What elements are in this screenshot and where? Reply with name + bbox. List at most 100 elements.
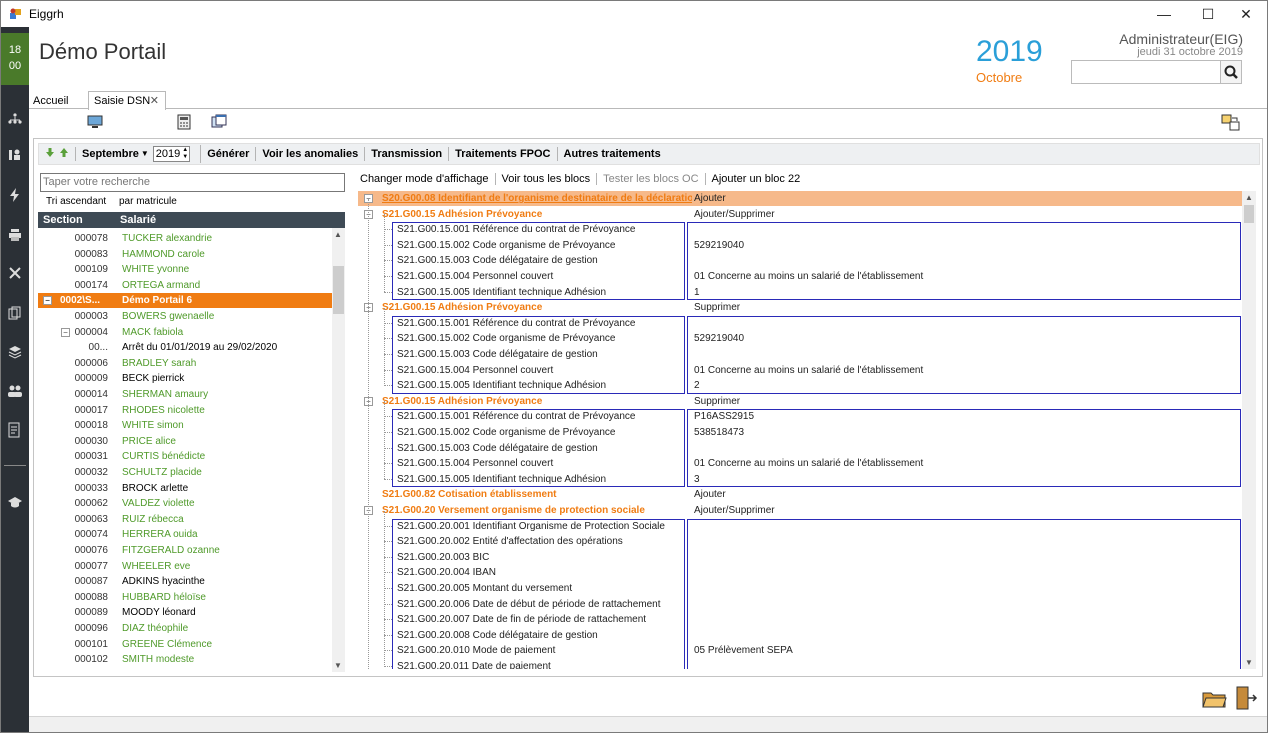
dsn-block-header[interactable]: − S21.G00.20 Versement organisme de prote… [358, 503, 1242, 518]
table-row[interactable]: 000096 DIAZ théophile [38, 621, 332, 636]
table-row[interactable]: 000102 SMITH modeste [38, 652, 332, 667]
layers-icon[interactable] [5, 342, 25, 362]
maximize-button[interactable]: ☐ [1191, 1, 1225, 27]
close-button[interactable]: ✕ [1229, 1, 1263, 27]
tree-connector [384, 354, 392, 355]
close-tab-icon[interactable]: ✕ [150, 94, 159, 107]
switch-windows-icon[interactable] [1221, 114, 1240, 131]
employee-icon[interactable] [5, 145, 25, 165]
table-row[interactable]: 000109 WHITE yvonne [38, 262, 332, 277]
table-row[interactable]: 000009 BECK pierrick [38, 371, 332, 386]
dsn-block-header[interactable]: − S20.G00.08 Identifiant de l'organisme d… [358, 191, 1242, 206]
table-row[interactable]: 000078 TUCKER alexandrie [38, 231, 332, 246]
table-row[interactable]: 000077 WHEELER eve [38, 559, 332, 574]
documents-icon[interactable] [5, 303, 25, 323]
change-display-mode-link[interactable]: Changer mode d'affichage [360, 173, 496, 185]
tree-section-row[interactable]: −0002\S... Démo Portail 6 [38, 293, 332, 309]
month-dropdown[interactable]: Septembre [82, 145, 139, 163]
year-stepper[interactable]: 2019 ▲ ▼ [152, 146, 191, 162]
scroll-up-icon[interactable]: ▲ [332, 230, 344, 239]
tools-icon[interactable] [5, 263, 25, 283]
scroll-down-icon[interactable]: ▼ [1243, 658, 1255, 667]
table-row[interactable]: 000088 HUBBARD héloïse [38, 590, 332, 605]
blocks-scrollbar[interactable]: ▲ ▼ [1242, 191, 1256, 669]
table-row[interactable]: 000030 PRICE alice [38, 434, 332, 449]
next-arrow-icon[interactable] [59, 147, 69, 161]
table-row[interactable]: 000089 MOODY léonard [38, 605, 332, 620]
tree-connector [384, 291, 392, 293]
block-action-link[interactable]: Ajouter [694, 191, 726, 206]
generate-button[interactable]: Générer [201, 147, 257, 161]
collapse-icon[interactable]: − [43, 296, 52, 306]
table-row[interactable]: 000017 RHODES nicolette [38, 403, 332, 418]
chevron-down-icon[interactable]: ▼ [141, 145, 149, 163]
table-row[interactable]: 000033 BROCK arlette [38, 481, 332, 496]
row-code: 000096 [74, 623, 108, 634]
tab-saisie-dsn[interactable]: Saisie DSN ✕ [88, 91, 166, 110]
block-action-link[interactable]: Supprimer [694, 300, 740, 315]
minimize-button[interactable]: — [1147, 1, 1181, 27]
dsn-block-header[interactable]: S21.G00.82 Cotisation établissement Ajout… [358, 487, 1242, 502]
exit-door-icon[interactable] [1234, 685, 1258, 714]
dsn-block-header[interactable]: − S21.G00.15 Adhésion Prévoyance Ajouter/S… [358, 207, 1242, 222]
users-icon[interactable] [5, 381, 25, 401]
fpoc-treatments-button[interactable]: Traitements FPOC [449, 147, 558, 161]
print-icon[interactable] [5, 225, 25, 245]
test-oc-blocks-link[interactable]: Tester les blocs OC [597, 173, 706, 185]
table-row[interactable]: 000101 GREENE Clémence [38, 637, 332, 652]
table-row[interactable]: 000003 BOWERS gwenaelle [38, 309, 332, 324]
add-block-22-link[interactable]: Ajouter un bloc 22 [706, 173, 807, 185]
table-row[interactable]: −000004 MACK fabiola [38, 325, 332, 340]
table-row[interactable]: 000062 VALDEZ violette [38, 496, 332, 511]
lightning-icon[interactable] [5, 185, 25, 205]
edit-document-icon[interactable] [5, 420, 25, 440]
table-row[interactable]: 000083 HAMMOND carole [38, 247, 332, 262]
block-action-link[interactable]: Supprimer [694, 394, 740, 409]
folder-open-icon[interactable] [1201, 685, 1229, 714]
dsn-block-header[interactable]: − S21.G00.15 Adhésion Prévoyance Supprimer [358, 300, 1242, 315]
employee-scrollbar[interactable]: ▲ ▼ [332, 228, 345, 672]
other-treatments-button[interactable]: Autres traitements [558, 147, 667, 161]
table-row[interactable]: 000074 HERRERA ouida [38, 527, 332, 542]
scrollbar-thumb[interactable] [1244, 205, 1254, 223]
view-anomalies-button[interactable]: Voir les anomalies [256, 147, 366, 161]
global-search-input[interactable] [1071, 60, 1221, 84]
scroll-down-icon[interactable]: ▼ [332, 661, 344, 670]
block-action-link[interactable]: Ajouter [694, 487, 726, 502]
tab-home[interactable]: Accueil [33, 95, 68, 107]
table-row[interactable]: 000076 FITZGERALD ozanne [38, 543, 332, 558]
graduation-cap-icon[interactable] [5, 492, 25, 512]
show-all-blocks-link[interactable]: Voir tous les blocs [496, 173, 598, 185]
spinner-arrows-icon[interactable]: ▲ ▼ [182, 147, 188, 161]
table-row[interactable]: 000006 BRADLEY sarah [38, 356, 332, 371]
sort-ascending-option[interactable]: Tri ascendant [46, 196, 106, 207]
column-employee[interactable]: Salarié [120, 214, 156, 226]
table-row[interactable]: 000032 SCHULTZ placide [38, 465, 332, 480]
table-row[interactable]: 000014 SHERMAN amaury [38, 387, 332, 402]
block-action-link[interactable]: Ajouter/Supprimer [694, 503, 775, 518]
tree-connector [384, 541, 392, 543]
windows-icon[interactable] [210, 114, 228, 130]
transmission-button[interactable]: Transmission [365, 147, 450, 161]
table-row[interactable]: 000031 CURTIS bénédicte [38, 449, 332, 464]
table-row[interactable]: 000063 RUIZ rébecca [38, 512, 332, 527]
tree-connector [384, 510, 385, 667]
table-row[interactable]: 00... Arrêt du 01/01/2019 au 29/02/2020 [38, 340, 332, 355]
table-row[interactable]: 000087 ADKINS hyacinthe [38, 574, 332, 589]
employee-tree: 000078 TUCKER alexandrie 000083 HAMMOND car… [38, 228, 332, 672]
block-action-link[interactable]: Ajouter/Supprimer [694, 207, 775, 222]
scroll-up-icon[interactable]: ▲ [1243, 193, 1255, 202]
table-row[interactable]: 000018 WHITE simon [38, 418, 332, 433]
calculator-icon[interactable] [175, 114, 193, 130]
table-row[interactable]: 000174 ORTEGA armand [38, 278, 332, 293]
monitor-icon[interactable] [86, 114, 104, 130]
org-chart-icon[interactable] [5, 109, 25, 129]
previous-arrow-icon[interactable] [45, 147, 55, 161]
search-button[interactable] [1220, 60, 1242, 84]
column-section[interactable]: Section [43, 214, 83, 226]
employee-search-input[interactable]: Taper votre recherche [40, 173, 345, 192]
user-name[interactable]: Administrateur(EIG) [1119, 31, 1243, 47]
dsn-block-header[interactable]: − S21.G00.15 Adhésion Prévoyance Supprimer [358, 394, 1242, 409]
sort-by-matricule-option[interactable]: par matricule [119, 196, 177, 207]
scrollbar-thumb[interactable] [333, 266, 344, 314]
